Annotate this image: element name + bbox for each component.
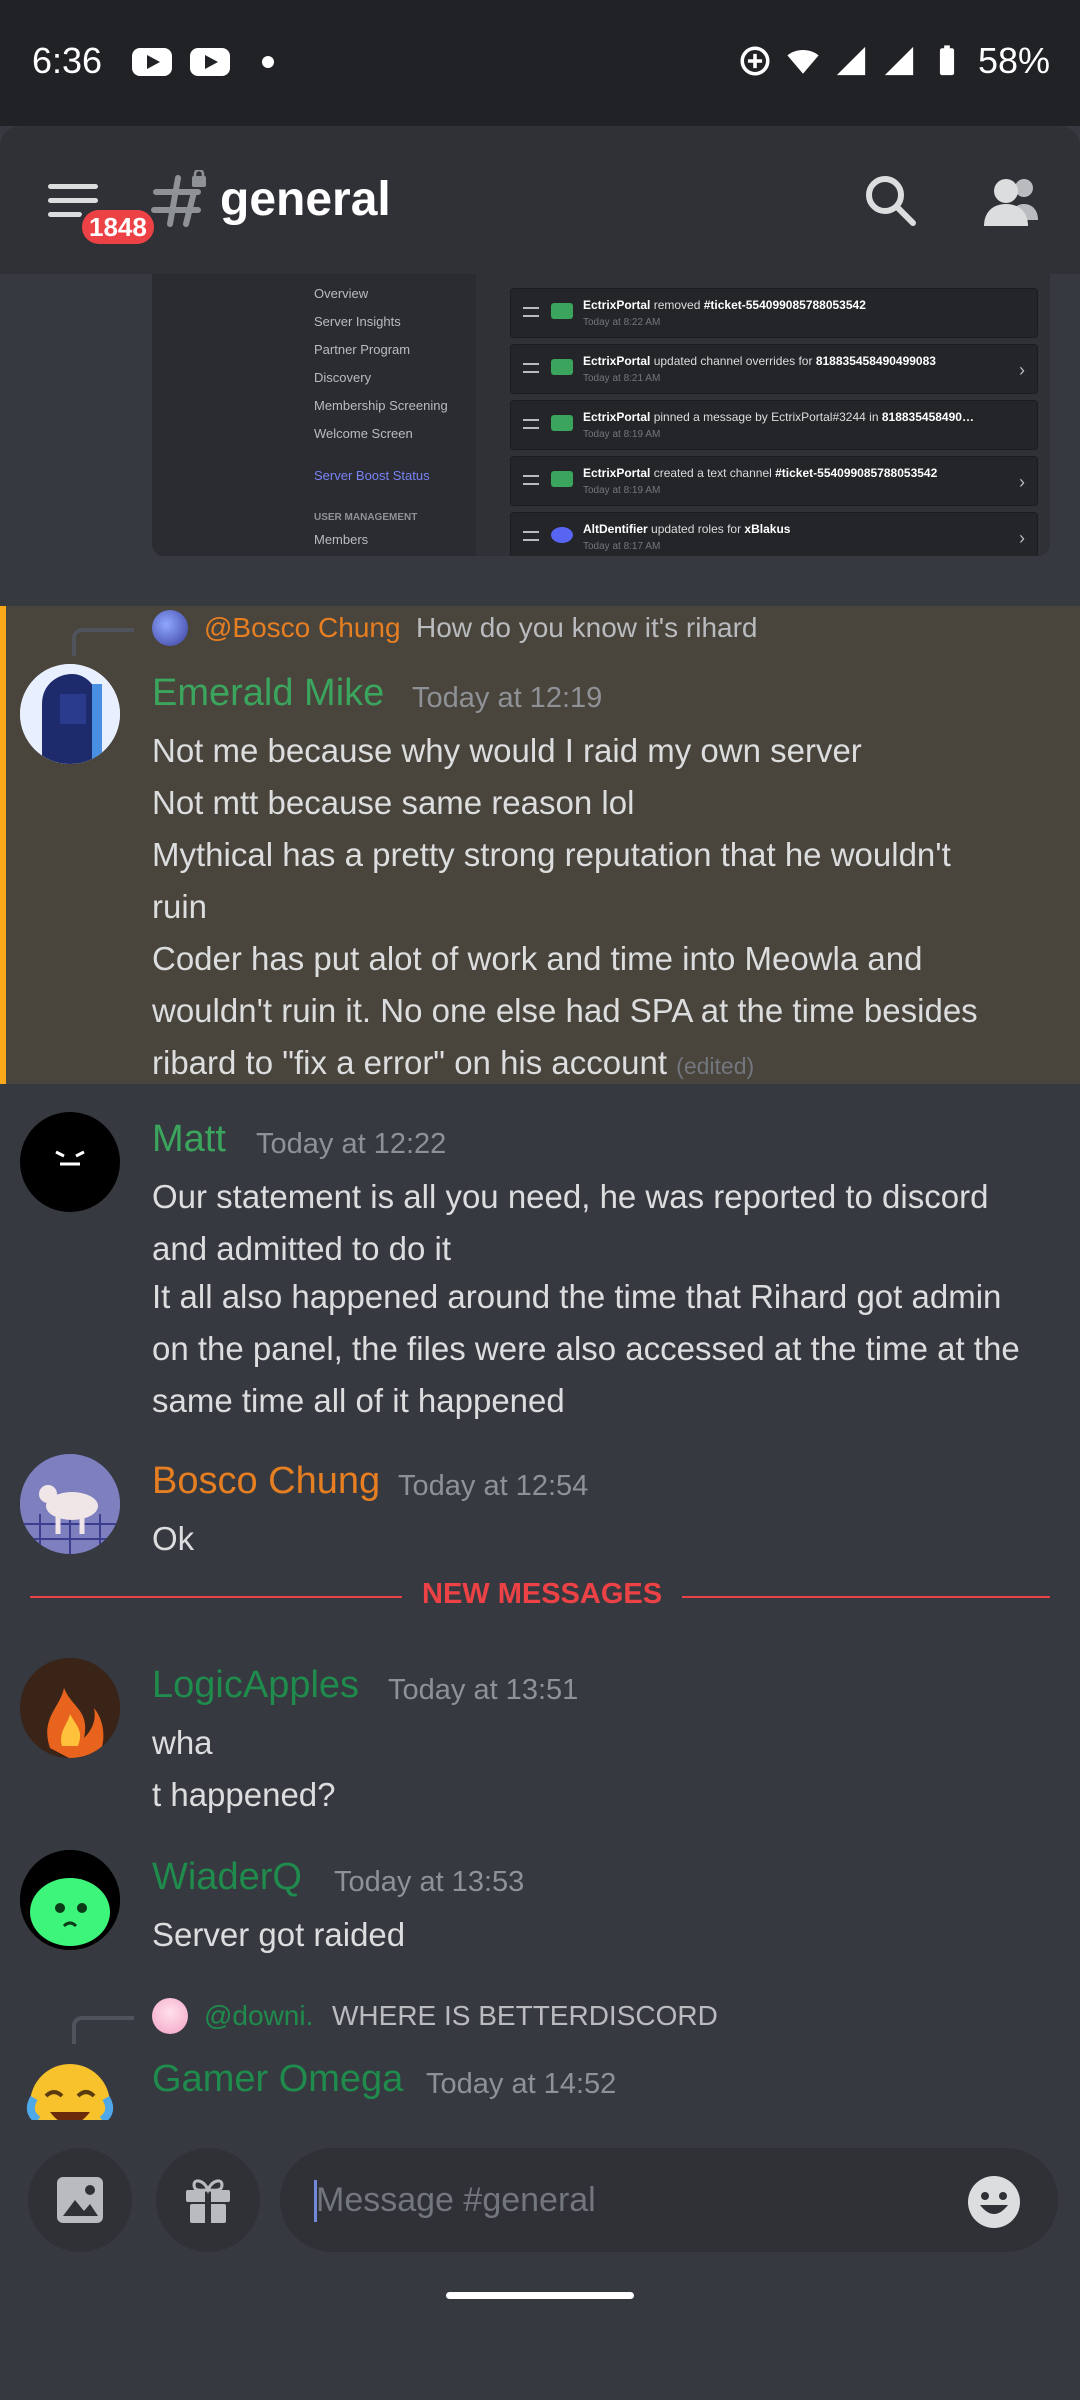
text-caret	[314, 2180, 317, 2222]
chevron-right-icon: ›	[1019, 528, 1025, 548]
message-author[interactable]: Matt	[152, 1118, 226, 1161]
avatar[interactable]	[20, 1850, 120, 1950]
embed-menu-item: Discovery	[314, 370, 372, 385]
embed-menu-item: Overview	[314, 286, 369, 301]
message-line: Not mtt because same reason lol	[152, 784, 635, 821]
youtube-notification-icon	[190, 48, 230, 76]
channel-header: 1848 general	[0, 126, 1080, 274]
message-line: wouldn't ruin it. No one else had SPA at…	[152, 992, 978, 1029]
message-line: Server got raided	[152, 1916, 406, 1953]
message-input[interactable]	[280, 2148, 1058, 2252]
avatar[interactable]	[20, 664, 120, 764]
message-author[interactable]: Gamer Omega	[152, 2058, 403, 2101]
members-icon[interactable]	[984, 174, 1044, 226]
message-author[interactable]: LogicApples	[152, 1664, 359, 1707]
message-timestamp: Today at 12:54	[398, 1470, 589, 1502]
battery-percent: 58%	[977, 40, 1050, 81]
new-messages-label: NEW MESSAGES	[402, 1578, 683, 1611]
embed-menu-item: Server Boost Status	[314, 468, 430, 483]
reply-mention[interactable]: @Bosco Chung	[204, 612, 401, 644]
reply-mention[interactable]: @downi.	[204, 2000, 313, 2032]
embed-settings-menu: Overview Server Insights Partner Program…	[152, 274, 476, 556]
reply-preview[interactable]: WHERE IS BETTERDISCORD	[332, 2000, 718, 2032]
embed-menu-item: Members	[314, 532, 369, 547]
message-line: ribard to "fix a error" on his account (…	[152, 1044, 755, 1081]
message-line: wha	[152, 1724, 213, 1761]
avatar[interactable]	[20, 2052, 120, 2126]
message-line: same time all of it happened	[152, 1382, 565, 1419]
chevron-right-icon: ›	[1019, 472, 1025, 492]
message-line: Not me because why would I raid my own s…	[152, 732, 862, 769]
message-author[interactable]: WiaderQ	[152, 1856, 302, 1899]
message-line: Ok	[152, 1520, 195, 1557]
unread-badge: 1848	[78, 206, 158, 248]
message-author[interactable]: Emerald Mike	[152, 672, 384, 715]
audit-log-row: EctrixPortal updated channel overrides f…	[510, 344, 1038, 394]
hash-lock-icon	[151, 170, 206, 227]
message-line: and admitted to do it	[152, 1230, 452, 1267]
chevron-right-icon: ›	[1019, 360, 1025, 380]
gift-icon	[186, 2179, 230, 2223]
audit-log-row: EctrixPortal removed #ticket-55409908578…	[510, 288, 1038, 338]
wifi-icon	[787, 50, 819, 74]
message-line: It all also happened around the time tha…	[152, 1278, 1002, 1315]
avatar[interactable]	[20, 1454, 120, 1554]
message-line: ruin	[152, 888, 208, 925]
channel-name: general	[220, 173, 391, 226]
audit-log-row: EctrixPortal pinned a message by EctrixP…	[510, 400, 1038, 450]
gift-button[interactable]	[156, 2148, 260, 2252]
embed-menu-item: Welcome Screen	[314, 426, 413, 441]
message-line: Mythical has a pretty strong reputation …	[152, 836, 951, 873]
embedded-screenshot[interactable]: Overview Server Insights Partner Program…	[152, 274, 1050, 556]
message-line: t happened?	[152, 1776, 336, 1813]
avatar[interactable]	[20, 1658, 120, 1758]
message-author[interactable]: Bosco Chung	[152, 1460, 380, 1503]
home-indicator[interactable]	[446, 2292, 634, 2299]
reply-avatar	[152, 1998, 188, 2034]
message-line: Our statement is all you need, he was re…	[152, 1178, 989, 1215]
search-icon[interactable]	[862, 172, 918, 228]
audit-log-row: EctrixPortal created a text channel #tic…	[510, 456, 1038, 506]
youtube-notification-icon	[132, 48, 172, 76]
battery-icon	[939, 45, 955, 76]
message-timestamp: Today at 14:52	[426, 2068, 617, 2100]
reply-preview[interactable]: How do you know it's rihard	[416, 612, 758, 644]
message-timestamp: Today at 13:51	[388, 1674, 579, 1706]
status-bar: 6:36 58%	[0, 0, 1080, 126]
notification-dot-icon	[262, 56, 274, 68]
signal-icon	[836, 46, 866, 76]
reply-connector	[72, 628, 134, 656]
emoji-icon[interactable]	[966, 2174, 1022, 2230]
attach-image-button[interactable]	[28, 2148, 132, 2252]
embed-menu-item: Server Insights	[314, 314, 401, 329]
image-icon	[57, 2177, 103, 2223]
message-line: on the panel, the files were also access…	[152, 1330, 1020, 1367]
message-timestamp: Today at 12:19	[412, 682, 603, 714]
data-saver-icon	[740, 46, 770, 76]
message-timestamp: Today at 13:53	[334, 1866, 525, 1898]
audit-log-row: AltDentifier updated roles for xBlakus T…	[510, 512, 1038, 556]
signal-icon	[884, 46, 914, 76]
embed-menu-item: Partner Program	[314, 342, 411, 357]
avatar[interactable]	[20, 1112, 120, 1212]
reply-avatar	[152, 610, 188, 646]
message-composer	[0, 2120, 1080, 2400]
embed-menu-item: Membership Screening	[314, 398, 448, 413]
edited-label: (edited)	[676, 1053, 755, 1079]
message-timestamp: Today at 12:22	[256, 1128, 447, 1160]
status-time: 6:36	[32, 40, 103, 81]
message-line: Coder has put alot of work and time into…	[152, 940, 923, 977]
embed-menu-caption: USER MANAGEMENT	[314, 512, 418, 523]
reply-connector	[72, 2016, 134, 2044]
